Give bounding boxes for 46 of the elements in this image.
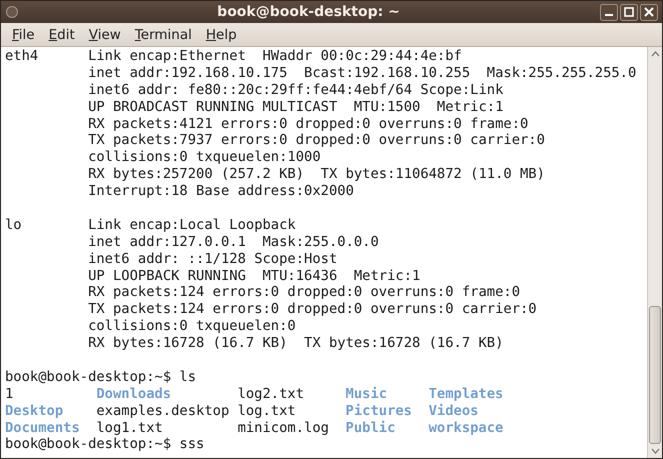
file-name: log2.txt bbox=[238, 386, 304, 403]
output-line: RX bytes:16728 (16.7 KB) TX bytes:16728 (16.7 KB) bbox=[87, 335, 504, 352]
output-line: Interrupt:18 Base address:0x2000 bbox=[87, 183, 355, 200]
window-title: book@book-desktop: ~ bbox=[216, 4, 401, 20]
file-name: log1.txt bbox=[96, 420, 163, 436]
directory-name: Videos bbox=[428, 402, 478, 420]
directory-name: Templates bbox=[428, 386, 504, 403]
output-line: collisions:0 txqueuelen:0 bbox=[87, 318, 297, 336]
file-name: log.txt bbox=[238, 402, 296, 420]
scrollbar[interactable] bbox=[647, 47, 662, 458]
maximize-icon[interactable] bbox=[620, 4, 638, 20]
menu-item[interactable]: View bbox=[82, 24, 128, 44]
directory-name: Downloads bbox=[96, 386, 172, 403]
menu-item[interactable]: Help bbox=[198, 24, 244, 44]
output-line: RX bytes:257200 (257.2 KB) TX bytes:11064872 (11.0 MB) bbox=[87, 166, 546, 184]
output-line: collisions:0 txqueuelen:1000 bbox=[87, 149, 322, 166]
directory-name: Documents bbox=[5, 420, 80, 436]
output-line: lo Link encap:Local Loopback bbox=[5, 216, 297, 234]
output-line: eth4 Link encap:Ethernet HWaddr 00:0c:29:44:4e:bf bbox=[5, 48, 463, 65]
minimize-icon[interactable] bbox=[600, 4, 618, 20]
directory-name: workspace bbox=[428, 420, 504, 436]
prompt-line: book@book-desktop:~$ ls bbox=[5, 368, 198, 386]
directory-name: Public bbox=[346, 420, 396, 436]
file-name: 1 bbox=[5, 386, 14, 403]
close-icon[interactable] bbox=[640, 4, 658, 20]
output-line: inet addr:127.0.0.1 Mask:255.0.0.0 bbox=[87, 234, 380, 251]
prompt-line: book@book-desktop:~$ sss bbox=[5, 436, 206, 454]
output-line: UP LOOPBACK RUNNING MTU:16436 Metric:1 bbox=[87, 268, 422, 284]
directory-name: Desktop bbox=[5, 402, 64, 420]
output-line: RX packets:124 errors:0 dropped:0 overruns:0 frame:0 bbox=[87, 284, 521, 302]
output-line: RX packets:4121 errors:0 dropped:0 overruns:0 frame:0 bbox=[87, 116, 530, 132]
window-menu-icon[interactable] bbox=[5, 5, 19, 19]
directory-name: Pictures bbox=[346, 402, 412, 420]
output-line: inet6 addr: ::1/128 Scope:Host bbox=[87, 250, 338, 268]
output-line: UP BROADCAST RUNNING MULTICAST MTU:1500 Metric:1 bbox=[87, 98, 504, 116]
output-line: inet addr:192.168.10.175 Bcast:192.168.10.255 Mask:255.255.255.0 bbox=[87, 64, 638, 82]
output-line: TX packets:7937 errors:0 dropped:0 overruns:0 carrier:0 bbox=[87, 132, 546, 150]
directory-name: Music bbox=[346, 386, 388, 403]
scrollbar-thumb[interactable] bbox=[649, 306, 661, 444]
menu-item[interactable]: Edit bbox=[42, 24, 82, 44]
output-line: TX packets:124 errors:0 dropped:0 overruns:0 carrier:0 bbox=[87, 301, 538, 318]
menu-item[interactable]: Terminal bbox=[128, 24, 199, 44]
output-line: inet6 addr: fe80::20c:29ff:fe44:4ebf/64 Scope:Link bbox=[87, 82, 504, 99]
menu-item[interactable]: File bbox=[5, 24, 42, 44]
file-name: minicom.log bbox=[238, 420, 329, 436]
file-name: examples.desktop bbox=[96, 402, 230, 420]
